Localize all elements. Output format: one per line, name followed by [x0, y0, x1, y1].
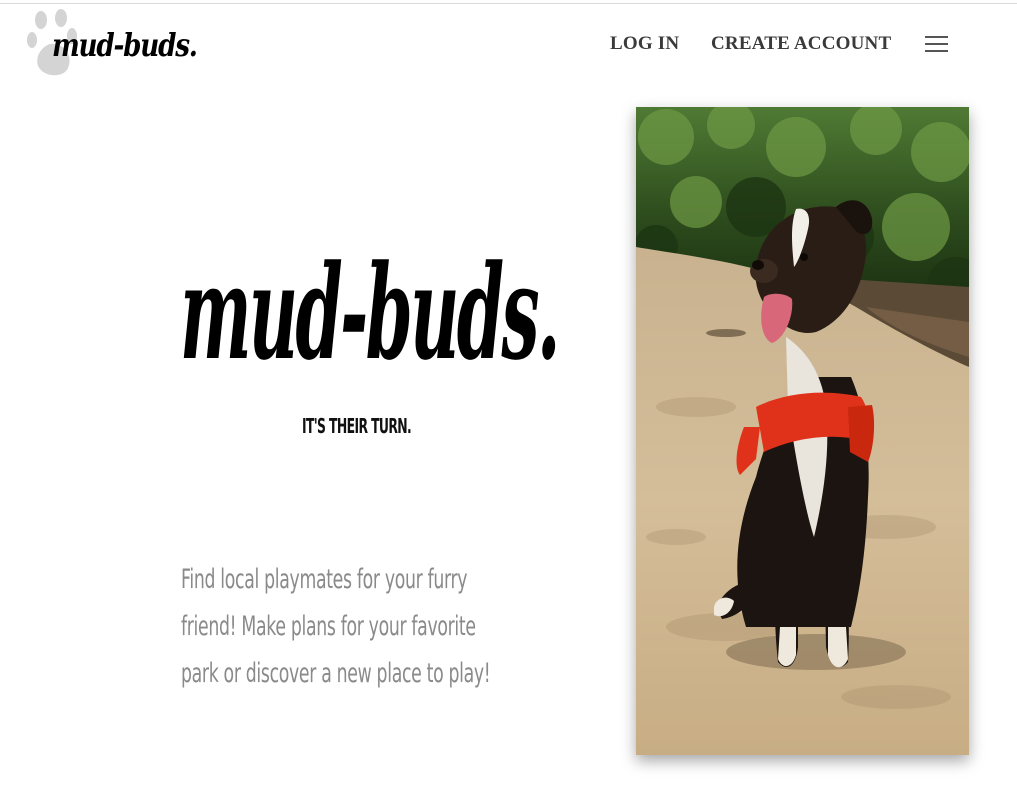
hero-title: mud-buds. [180, 236, 560, 389]
menu-bar [925, 50, 948, 52]
hero-description: Find local playmates for your furry frie… [181, 556, 491, 697]
create-account-link[interactable]: CREATE ACCOUNT [711, 33, 891, 55]
description-line: park or discover a new place to play! [181, 658, 491, 689]
navbar: mud-buds. LOG IN CREATE ACCOUNT [0, 0, 1017, 90]
dog-photo-illustration [636, 107, 969, 755]
description-line: Find local playmates for your furry [181, 564, 468, 595]
logo[interactable]: mud-buds. [26, 6, 198, 80]
description-line: friend! Make plans for your favorite [181, 611, 476, 642]
login-link[interactable]: LOG IN [610, 33, 679, 55]
menu-bar [925, 36, 948, 38]
dog-photo [636, 107, 969, 755]
hero-tagline: IT'S THEIR TURN. [302, 414, 412, 438]
menu-bar [925, 43, 948, 45]
hamburger-menu-icon[interactable] [925, 34, 949, 54]
logo-text: mud-buds. [52, 26, 198, 64]
